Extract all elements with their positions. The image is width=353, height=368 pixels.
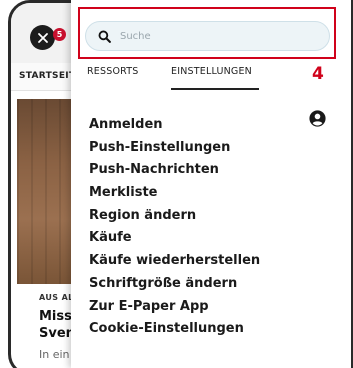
menu-item-schriftgroesse-aendern[interactable]: Schriftgröße ändern	[89, 273, 260, 296]
search-field[interactable]	[85, 21, 330, 51]
background-article-kicker: AUS AL	[39, 293, 74, 302]
menu-item-cookie-einstellungen[interactable]: Cookie-Einstellungen	[89, 318, 260, 341]
search-icon	[98, 30, 111, 43]
step-number-annotation: 4	[312, 64, 324, 84]
active-tab-indicator	[171, 88, 259, 90]
menu-item-kaeufe-wiederherstellen[interactable]: Käufe wiederherstellen	[89, 250, 260, 273]
menu-item-push-nachrichten[interactable]: Push-Nachrichten	[89, 159, 260, 182]
menu-item-push-einstellungen[interactable]: Push-Einstellungen	[89, 137, 260, 160]
background-article-teaser: In ein	[39, 348, 70, 361]
menu-item-kaeufe[interactable]: Käufe	[89, 227, 260, 250]
close-menu-button[interactable]	[30, 25, 55, 50]
search-input[interactable]	[120, 30, 310, 42]
account-circle-icon[interactable]	[309, 110, 326, 127]
menu-item-e-paper-app[interactable]: Zur E-Paper App	[89, 296, 260, 319]
tab-ressorts[interactable]: RESSORTS	[87, 66, 138, 77]
tab-einstellungen[interactable]: EINSTELLUNGEN	[171, 66, 252, 77]
background-article-headline-line2[interactable]: Sven	[39, 326, 75, 341]
menu-item-anmelden[interactable]: Anmelden	[89, 114, 260, 137]
settings-menu-list: Anmelden Push-Einstellungen Push-Nachric…	[89, 114, 260, 341]
close-icon	[37, 32, 48, 43]
notification-badge: 5	[53, 28, 66, 41]
menu-item-region-aendern[interactable]: Region ändern	[89, 205, 260, 228]
menu-item-merkliste[interactable]: Merkliste	[89, 182, 260, 205]
